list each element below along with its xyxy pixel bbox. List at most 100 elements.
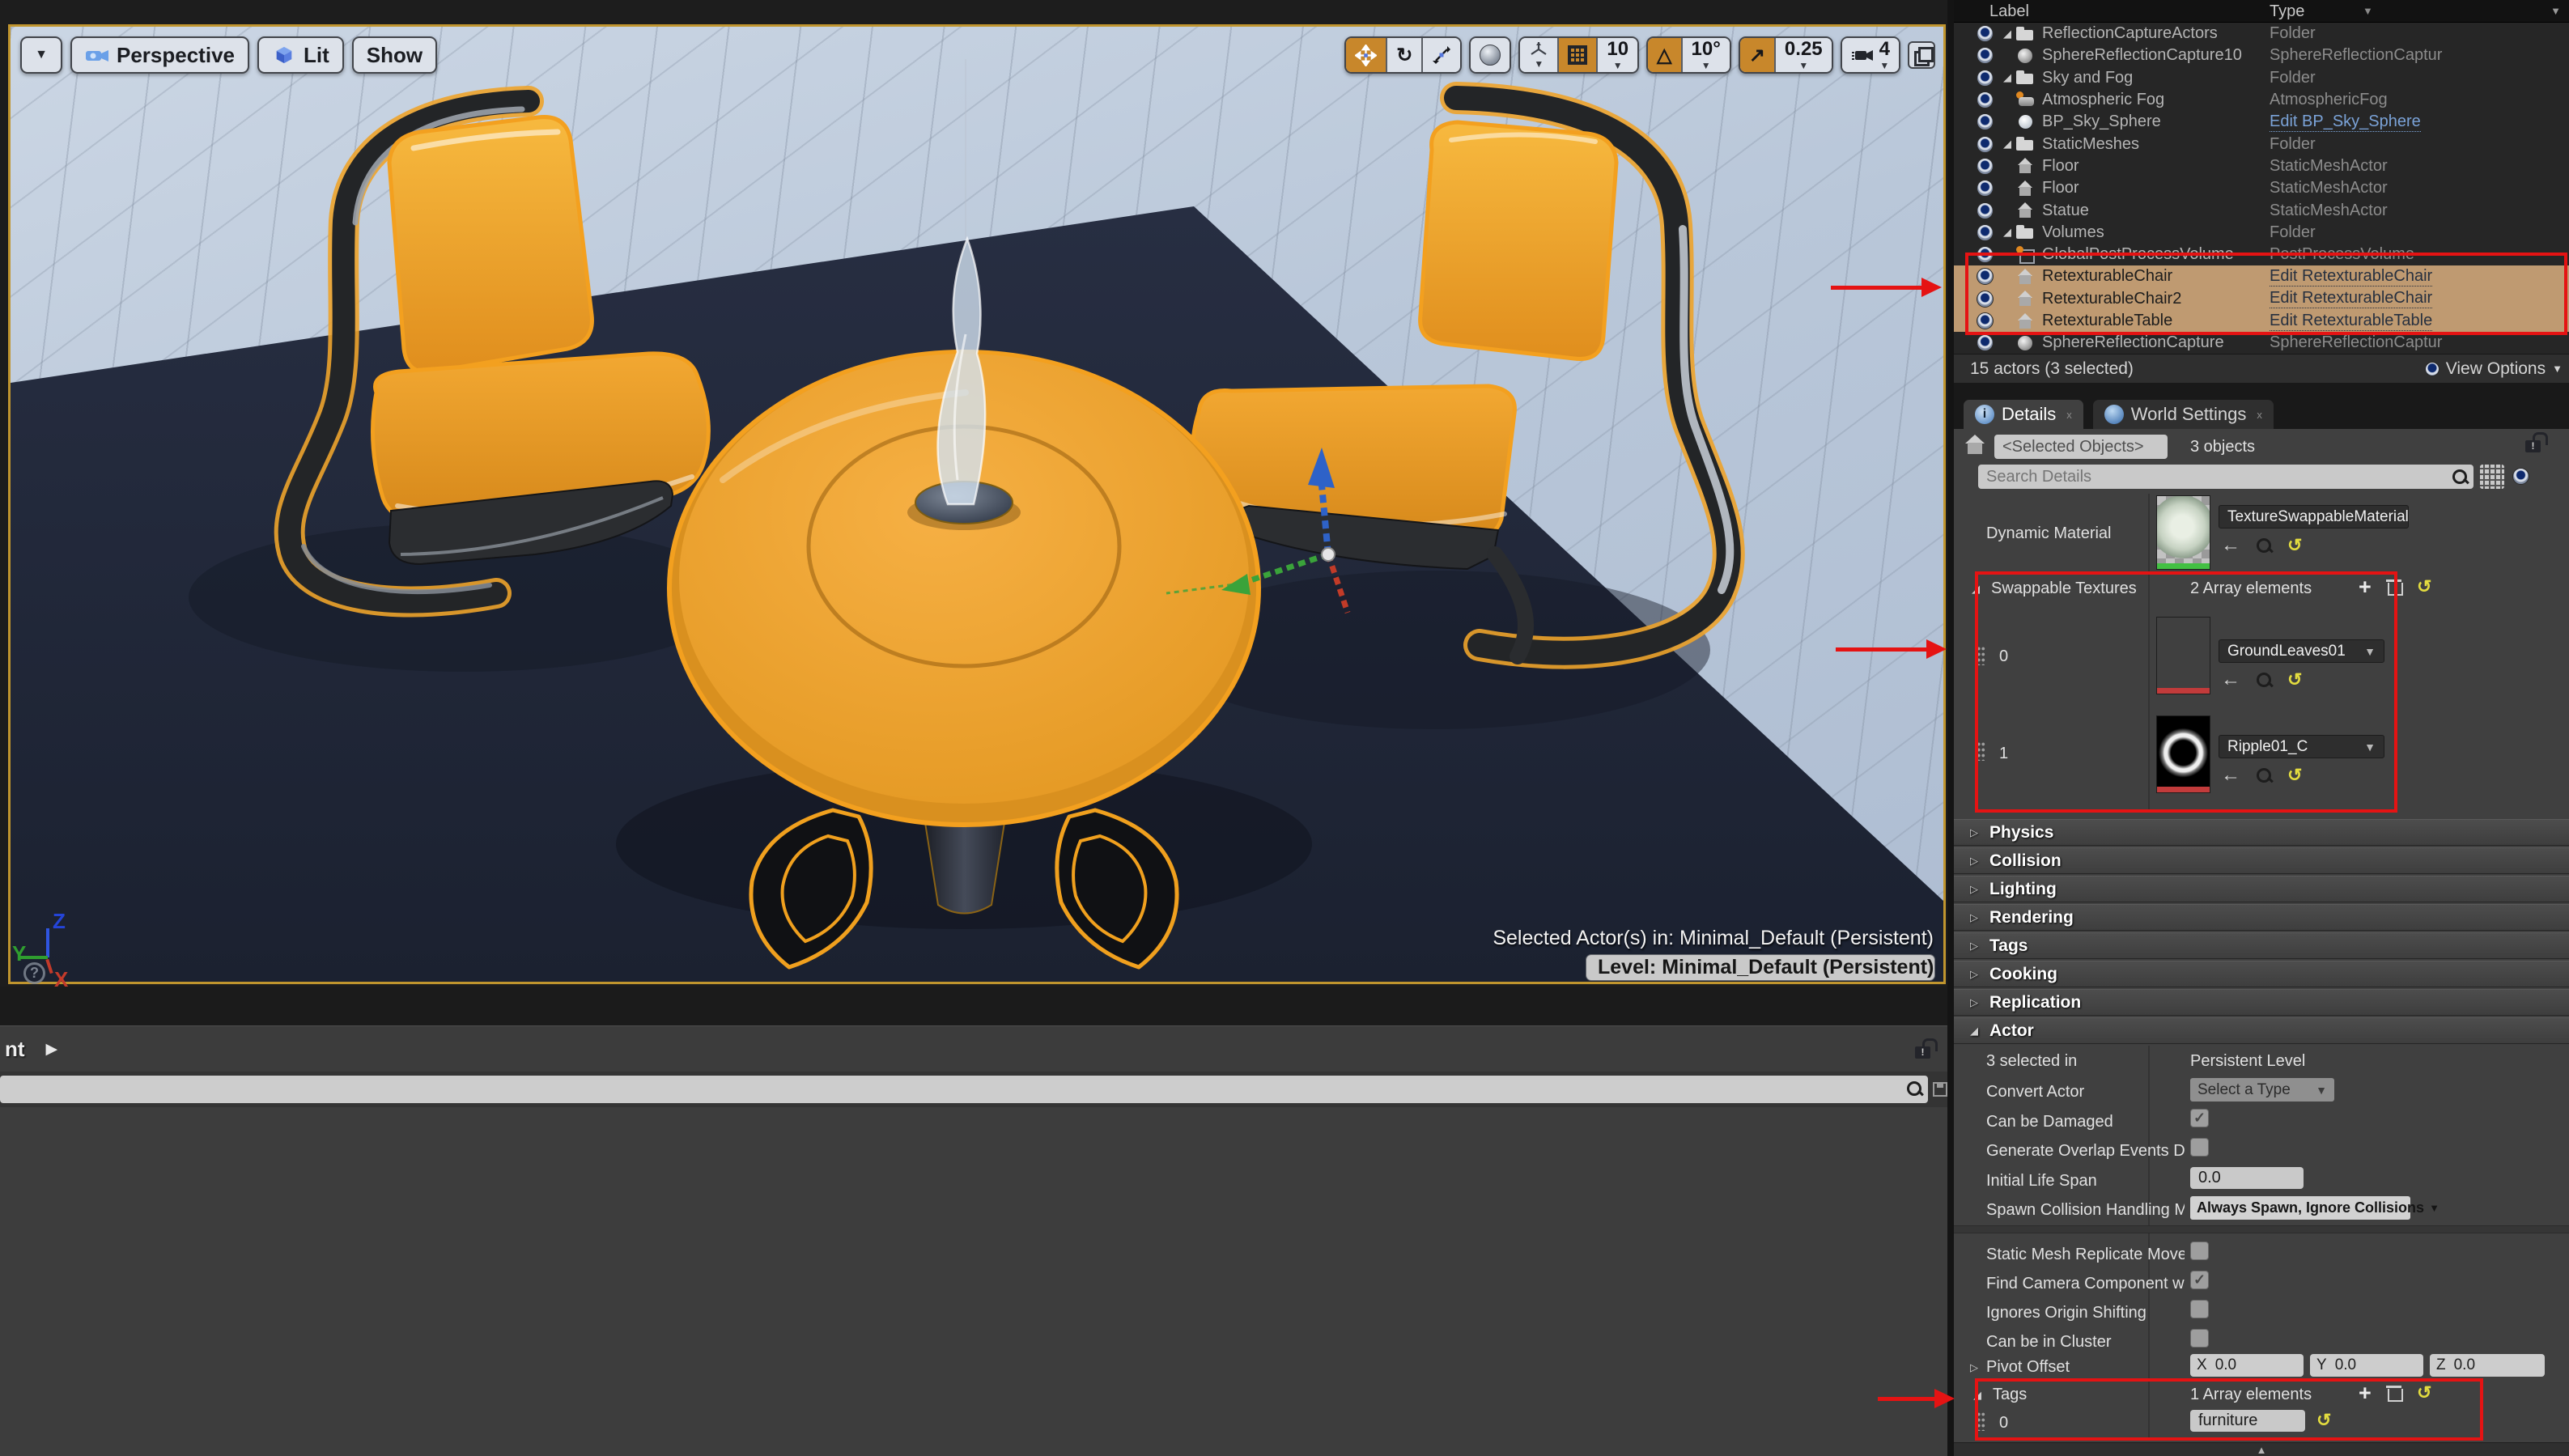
reset-icon[interactable]: ↺ <box>2417 578 2431 596</box>
maximize-viewport-button[interactable] <box>1908 41 1935 69</box>
level-name-button[interactable]: Level: Minimal_Default (Persistent) <box>1586 954 1935 981</box>
perspective-button[interactable]: Perspective <box>70 36 249 74</box>
category-tags[interactable]: ▷Tags <box>1954 932 2569 959</box>
browse-to-asset-icon[interactable] <box>2255 537 2273 554</box>
pivot-x-input[interactable]: X0.0 <box>2190 1354 2304 1377</box>
close-icon[interactable]: x <box>2066 409 2072 421</box>
generate-overlap-checkbox[interactable] <box>2190 1138 2209 1157</box>
outliner-row-reflectioncaptureactors[interactable]: ◢ReflectionCaptureActorsFolder <box>1954 23 2569 45</box>
save-all-icon[interactable] <box>1933 1082 1947 1097</box>
surface-snap-button[interactable]: ▼ <box>1520 38 1557 72</box>
angle-icon: △ <box>1657 44 1671 67</box>
scale-snap-value[interactable]: 0.25▼ <box>1774 38 1832 72</box>
outliner-column-label[interactable]: Label <box>1989 2 2029 21</box>
lit-mode-button[interactable]: Lit <box>257 36 344 74</box>
asset-search-input[interactable] <box>0 1076 1928 1103</box>
visibility-eye-icon[interactable] <box>1977 91 1994 108</box>
close-icon[interactable]: x <box>2257 409 2262 421</box>
help-icon[interactable]: ? <box>23 962 45 984</box>
category-lighting[interactable]: ▷Lighting <box>1954 876 2569 902</box>
use-selected-arrow-icon[interactable]: ← <box>2221 536 2240 555</box>
property-matrix-button[interactable] <box>2480 465 2504 489</box>
content-browser-asset-area[interactable] <box>0 1107 1947 1456</box>
selected-objects-field[interactable]: <Selected Objects> <box>1994 435 2168 459</box>
rotation-snap-toggle[interactable]: △ <box>1648 38 1680 72</box>
expander-icon[interactable]: ◢ <box>2003 226 2016 239</box>
move-tool-button[interactable] <box>1346 38 1386 72</box>
display-filter-eye-button[interactable] <box>2512 468 2529 485</box>
tab-world-settings[interactable]: World Settings x <box>2093 400 2274 429</box>
expander-icon[interactable]: ◢ <box>2003 71 2016 84</box>
category-replication[interactable]: ▷Replication <box>1954 989 2569 1016</box>
panel-menu-icon[interactable]: ▼ <box>2550 5 2561 17</box>
visibility-eye-icon[interactable] <box>1977 136 1994 153</box>
category-actor[interactable]: ◢Actor <box>1954 1017 2569 1044</box>
visibility-eye-icon[interactable] <box>1977 113 1994 130</box>
camera-speed-button[interactable]: 4▼ <box>1842 38 1899 72</box>
convert-actor-dropdown[interactable]: Select a Type▼ <box>2190 1078 2334 1102</box>
material-thumbnail[interactable] <box>2156 495 2210 570</box>
expander-icon[interactable]: ◢ <box>2003 28 2016 40</box>
rotate-tool-button[interactable]: ↻ <box>1386 38 1421 72</box>
lock-icon[interactable] <box>1915 1038 1933 1059</box>
expander-icon[interactable]: ▷ <box>1970 1361 1978 1374</box>
sort-arrow-icon[interactable]: ▼ <box>2363 5 2373 17</box>
visibility-eye-icon[interactable] <box>1977 180 1994 197</box>
expander-icon[interactable]: ◢ <box>2003 138 2016 151</box>
visibility-eye-icon[interactable] <box>1977 158 1994 175</box>
outliner-row-spherereflectioncapture10[interactable]: SphereReflectionCapture10SphereReflectio… <box>1954 45 2569 66</box>
visibility-eye-icon[interactable] <box>1977 70 1994 87</box>
edit-blueprint-link[interactable]: Edit BP_Sky_Sphere <box>2270 112 2421 132</box>
rotation-snap-value[interactable]: 10°▼ <box>1681 38 1730 72</box>
outliner-column-type[interactable]: Type <box>2270 2 2304 21</box>
reflection-capture-icon <box>2016 47 2036 65</box>
outliner-row-statue[interactable]: StatueStaticMeshActor <box>1954 199 2569 221</box>
level-viewport[interactable]: ▼ Perspective Lit Show ↻ <box>8 24 1946 984</box>
camera-icon <box>85 46 109 64</box>
can-be-damaged-checkbox[interactable]: ✓ <box>2190 1109 2209 1127</box>
category-physics[interactable]: ▷Physics <box>1954 819 2569 846</box>
scale-snap-toggle[interactable]: ↗ <box>1740 38 1774 72</box>
world-space-button[interactable] <box>1471 38 1510 72</box>
outliner-row-floor2[interactable]: FloorStaticMeshActor <box>1954 177 2569 199</box>
reset-icon[interactable]: ↺ <box>2287 537 2302 554</box>
show-flags-button[interactable]: Show <box>352 36 437 74</box>
outliner-row-floor1[interactable]: FloorStaticMeshActor <box>1954 155 2569 177</box>
pivot-z-input[interactable]: Z0.0 <box>2430 1354 2545 1377</box>
dynamic-material-dropdown[interactable]: TextureSwappableMaterial▼ <box>2219 505 2409 528</box>
viewport-options-button[interactable]: ▼ <box>20 36 62 74</box>
ignores-origin-checkbox[interactable] <box>2190 1300 2209 1318</box>
static-mesh-replicate-checkbox[interactable] <box>2190 1242 2209 1260</box>
visibility-eye-icon[interactable] <box>1977 334 1994 351</box>
tab-details[interactable]: i Details x <box>1964 400 2083 429</box>
spawn-collision-dropdown[interactable]: Always Spawn, Ignore Collisions▼ <box>2190 1196 2410 1220</box>
find-camera-checkbox[interactable]: ✓ <box>2190 1271 2209 1289</box>
outliner-row-volumes[interactable]: ◢VolumesFolder <box>1954 222 2569 244</box>
visibility-eye-icon[interactable] <box>1977 224 1994 241</box>
grid-snap-value[interactable]: 10▼ <box>1596 38 1637 72</box>
details-search-input[interactable] <box>1978 465 2473 489</box>
visibility-eye-icon[interactable] <box>1977 25 1994 42</box>
panel-divider[interactable] <box>1947 0 1954 1456</box>
initial-life-span-input[interactable]: 0.0 <box>2190 1167 2304 1189</box>
category-rendering[interactable]: ▷Rendering <box>1954 904 2569 931</box>
selected-in-value: Persistent Level <box>2190 1052 2305 1071</box>
outliner-row-staticmeshes[interactable]: ◢StaticMeshesFolder <box>1954 133 2569 155</box>
outliner-row-skyandfog[interactable]: ◢Sky and FogFolder <box>1954 67 2569 89</box>
scale-tool-button[interactable] <box>1421 38 1460 72</box>
details-scroll-footer[interactable]: ▲ <box>1954 1442 2569 1456</box>
outliner-row-atmosphericfog[interactable]: Atmospheric FogAtmosphericFog <box>1954 89 2569 111</box>
outliner-row-spherereflectioncapture[interactable]: SphereReflectionCaptureSphereReflectionC… <box>1954 332 2569 354</box>
pivot-y-input[interactable]: Y0.0 <box>2310 1354 2423 1377</box>
scale-snap-number: 0.25 <box>1785 40 1823 59</box>
category-collision[interactable]: ▷Collision <box>1954 847 2569 874</box>
details-lock-icon[interactable] <box>2525 432 2543 453</box>
visibility-eye-icon[interactable] <box>1977 47 1994 64</box>
grid-snap-toggle[interactable] <box>1557 38 1596 72</box>
category-cooking[interactable]: ▷Cooking <box>1954 961 2569 987</box>
breadcrumb[interactable]: nt <box>5 1037 25 1062</box>
view-options-button[interactable]: View Options ▼ <box>2425 359 2563 379</box>
visibility-eye-icon[interactable] <box>1977 202 1994 219</box>
outliner-row-bpskysphere[interactable]: BP_Sky_SphereEdit BP_Sky_Sphere <box>1954 111 2569 133</box>
can-be-in-cluster-checkbox[interactable] <box>2190 1329 2209 1348</box>
